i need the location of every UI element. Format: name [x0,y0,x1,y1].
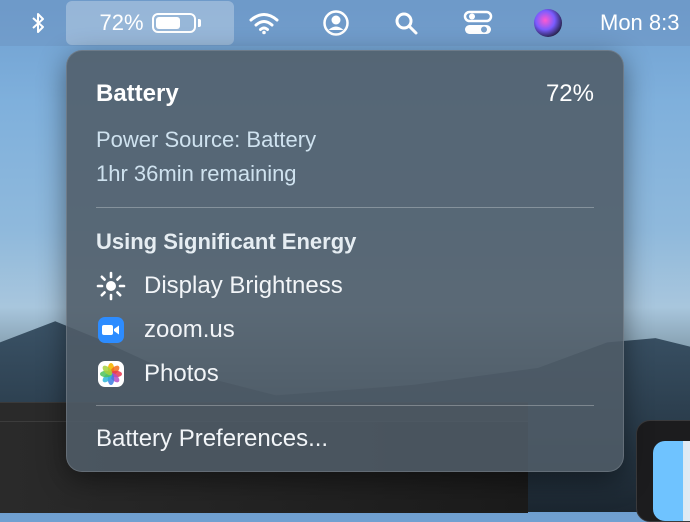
battery-menu-button[interactable]: 72% [66,1,234,45]
battery-percent-label: 72% [99,10,144,35]
siri-icon[interactable] [532,0,564,46]
menubar: 72% Mon 8:3 [0,0,690,46]
user-icon[interactable] [320,0,352,46]
control-center-icon[interactable] [460,0,496,46]
zoom-icon [96,315,126,345]
battery-icon [151,13,196,33]
sun-icon [96,271,126,301]
battery-popover: Battery 72% Power Source: Battery 1hr 36… [66,50,624,472]
battery-tip [197,19,201,27]
energy-item-zoom[interactable]: zoom.us [96,314,235,346]
bluetooth-icon[interactable] [22,0,54,46]
energy-item-display-brightness[interactable]: Display Brightness [96,270,343,302]
popover-percent: 72% [545,80,594,107]
finder-face-icon [653,441,690,521]
wifi-icon[interactable] [246,0,282,46]
finder-dock-icon[interactable] [636,420,690,522]
divider [96,405,594,406]
battery-preferences-menu-item[interactable]: Battery Preferences... [96,425,328,453]
energy-item-label: zoom.us [144,316,235,343]
time-remaining-label: 1hr 36min remaining [96,161,297,186]
energy-item-photos[interactable]: Photos [96,358,219,390]
divider [96,207,594,208]
popover-title: Battery [96,80,179,107]
power-source-label: Power Source: Battery [96,127,317,152]
photos-icon [96,359,126,389]
energy-item-label: Photos [144,360,219,387]
search-icon[interactable] [390,0,422,46]
energy-section-header: Using Significant Energy [96,229,357,254]
energy-item-label: Display Brightness [144,272,343,299]
menubar-clock[interactable]: Mon 8:3 [600,0,690,46]
